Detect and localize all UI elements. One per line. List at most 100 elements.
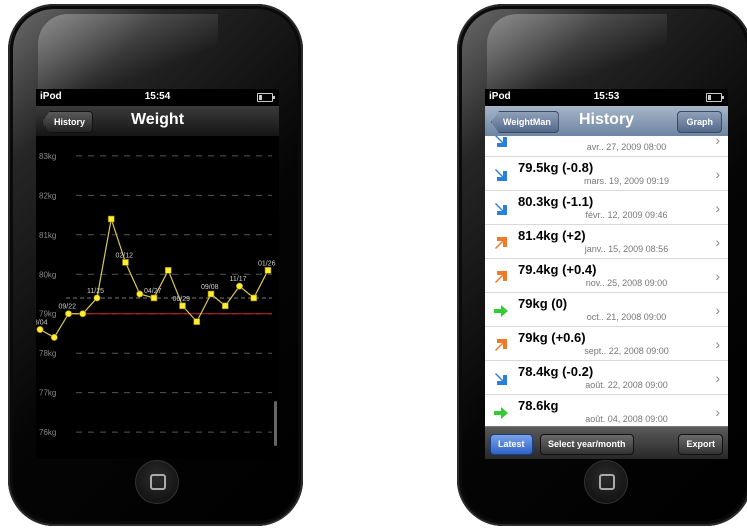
graph-button[interactable]: Graph: [677, 111, 722, 133]
weight-value: 79.5kg (-0.8): [518, 160, 594, 175]
trend-down-arrow-icon: [493, 201, 509, 217]
data-point: [236, 282, 244, 290]
point-date-label: 09/22: [59, 304, 77, 311]
history-row[interactable]: 78.6kg août. 04, 2008 09:00 ›: [485, 396, 728, 426]
weight-value: 78.6kg: [518, 398, 559, 413]
weight-value: 81.4kg (+2): [518, 228, 586, 243]
y-tick-label: 77kg: [39, 389, 56, 398]
trend-up-arrow-icon: [493, 269, 509, 285]
graph-screen: iPod 15:54 History Weight 83kg 82kg 81kg 80…: [36, 89, 279, 459]
select-year-month-button[interactable]: Select year/month: [540, 434, 634, 455]
y-tick-label: 83kg: [39, 152, 56, 161]
data-point: [221, 302, 229, 310]
data-point: [79, 310, 87, 318]
chevron-right-icon: ›: [715, 302, 720, 318]
chevron-right-icon: ›: [715, 268, 720, 284]
entry-date: août. 04, 2008 09:00: [585, 414, 668, 424]
battery-icon: [706, 93, 724, 102]
point-date-label: 02/12: [116, 252, 134, 259]
y-tick-label: 81kg: [39, 231, 56, 240]
point-date-label: 11/17: [230, 276, 247, 283]
latest-button[interactable]: Latest: [490, 434, 533, 455]
y-tick-label: 76kg: [39, 428, 56, 437]
chevron-right-icon: ›: [715, 136, 720, 148]
trend-up-arrow-icon: [493, 337, 509, 353]
history-row[interactable]: 80.3kg (-1.1) févr.. 12, 2009 09:46 ›: [485, 192, 728, 225]
data-point: [164, 267, 172, 274]
chevron-right-icon: ›: [715, 166, 720, 182]
y-tick-label: 80kg: [39, 270, 56, 279]
point-date-label: 09/08: [201, 284, 219, 291]
trend-flat-arrow-icon: [493, 405, 509, 421]
y-tick-label: 82kg: [39, 191, 56, 200]
entry-date: avr.. 27, 2009 08:00: [586, 142, 667, 152]
entry-date: mars. 19, 2009 09:19: [583, 176, 670, 186]
trend-up-arrow-icon: [493, 235, 509, 251]
entry-date: janv.. 15, 2009 08:56: [584, 244, 669, 254]
weight-value: 79kg (+0.6): [518, 330, 586, 345]
history-row[interactable]: 79.5kg (-0.8) mars. 19, 2009 09:19 ›: [485, 158, 728, 191]
history-row[interactable]: 78.4kg (-0.2) août. 22, 2008 09:00 ›: [485, 362, 728, 395]
data-point: [250, 294, 258, 302]
scroll-indicator: [274, 401, 277, 446]
status-bar: iPod 15:54: [36, 89, 279, 106]
home-square-icon: [149, 474, 166, 490]
home-button[interactable]: [134, 460, 179, 504]
point-date-label: 11/25: [87, 288, 104, 295]
weight-chart: 83kg 82kg 81kg 80kg 79kg 78kg 77kg 76kg 08/04 09/…: [36, 152, 277, 446]
page-title: Weight: [130, 111, 185, 128]
data-point: [179, 302, 186, 310]
bottom-toolbar: Latest Select year/month Export: [485, 426, 728, 459]
entry-date: sept.. 22, 2008 09:00: [584, 346, 669, 356]
home-square-icon: [598, 474, 615, 490]
trend-flat-arrow-icon: [493, 303, 509, 319]
data-point: [136, 290, 144, 298]
trend-down-arrow-icon: [493, 371, 509, 387]
history-screen: iPod 15:53 WeightMan History Graph avr..…: [485, 89, 728, 459]
data-point: [50, 333, 58, 341]
entry-date: nov.. 25, 2008 09:00: [585, 278, 668, 288]
data-point: [36, 326, 44, 334]
weight-value: 79kg (0): [518, 296, 568, 311]
entry-date: août. 22, 2008 09:00: [585, 380, 668, 390]
point-date-label: 04/27: [144, 288, 162, 295]
data-point: [93, 294, 101, 302]
trend-down-arrow-icon: [493, 136, 509, 149]
clock: 15:54: [144, 91, 171, 102]
nav-bar: History Weight: [36, 106, 279, 137]
home-button[interactable]: [583, 460, 628, 504]
data-point: [150, 294, 158, 302]
chevron-right-icon: ›: [715, 370, 720, 386]
ipod-device-right: iPod 15:53 WeightMan History Graph avr..…: [457, 4, 747, 526]
chevron-right-icon: ›: [715, 336, 720, 352]
chevron-right-icon: ›: [715, 200, 720, 216]
status-bar: iPod 15:53: [485, 89, 728, 106]
clock: 15:53: [593, 91, 620, 102]
ipod-device-left: iPod 15:54 History Weight 83kg 82kg 81kg 80…: [8, 4, 303, 526]
history-row[interactable]: 79.4kg (+0.4) nov.. 25, 2008 09:00 ›: [485, 260, 728, 293]
battery-icon: [257, 93, 275, 102]
point-date-label: 08/04: [36, 320, 48, 327]
history-row[interactable]: avr.. 27, 2009 08:00 ›: [485, 136, 728, 157]
y-tick-label: 79kg: [39, 310, 56, 319]
entry-date: févr.. 12, 2009 09:46: [585, 210, 668, 220]
data-point: [207, 290, 215, 298]
point-date-label: 01/26: [258, 260, 276, 267]
chevron-right-icon: ›: [715, 404, 720, 420]
weight-value: 78.4kg (-0.2): [518, 364, 594, 379]
chevron-right-icon: ›: [715, 234, 720, 250]
history-row[interactable]: 79kg (0) oct.. 21, 2008 09:00 ›: [485, 294, 728, 327]
entry-date: oct.. 21, 2008 09:00: [586, 312, 667, 322]
point-date-label: 06/29: [173, 296, 191, 303]
history-row[interactable]: 79kg (+0.6) sept.. 22, 2008 09:00 ›: [485, 328, 728, 361]
nav-bar: WeightMan History Graph: [485, 106, 728, 137]
history-list: avr.. 27, 2009 08:00 › 79.5kg (-0.8) mars. …: [485, 136, 728, 426]
data-point: [122, 259, 129, 266]
y-tick-label: 78kg: [39, 349, 56, 358]
data-point: [264, 267, 272, 274]
data-point: [64, 310, 72, 318]
trend-down-arrow-icon: [493, 167, 509, 183]
data-point: [193, 318, 201, 325]
export-button[interactable]: Export: [678, 434, 723, 455]
history-row[interactable]: 81.4kg (+2) janv.. 15, 2009 08:56 ›: [485, 226, 728, 259]
